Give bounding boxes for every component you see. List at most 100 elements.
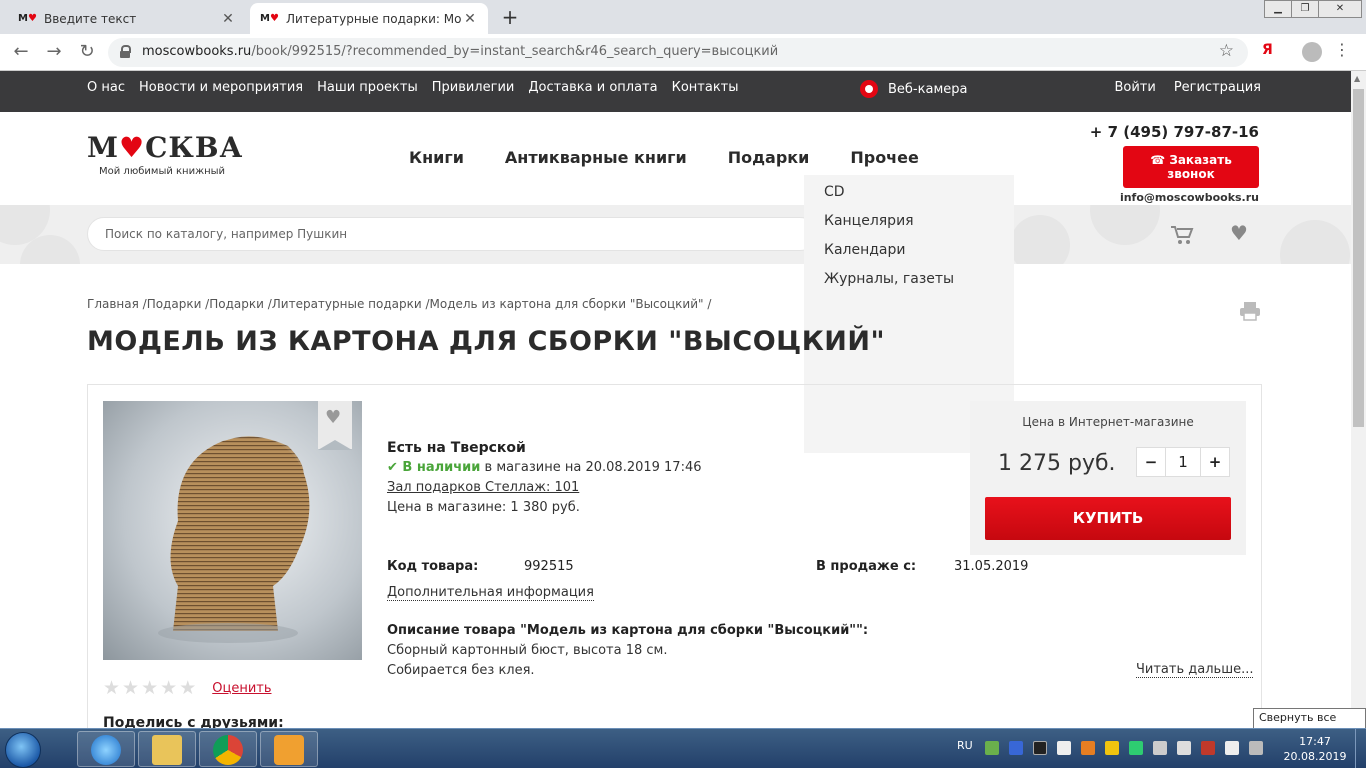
clock-time: 17:47 bbox=[1299, 735, 1331, 748]
show-desktop-button[interactable] bbox=[1355, 729, 1366, 768]
bookmark-star-icon[interactable]: ☆ bbox=[1219, 41, 1234, 61]
star-icon[interactable]: ★ bbox=[122, 677, 139, 699]
volume-icon[interactable] bbox=[1225, 741, 1239, 755]
url-text: moscowbooks.ru/book/992515/?recommended_… bbox=[142, 44, 779, 59]
scrollbar-thumb[interactable] bbox=[1353, 89, 1364, 427]
quantity-plus-button[interactable]: + bbox=[1200, 447, 1230, 477]
callback-button[interactable]: ☎ Заказать звонок bbox=[1123, 146, 1259, 188]
email-link[interactable]: info@moscowbooks.ru bbox=[1090, 191, 1259, 204]
dropdown-item-calendars[interactable]: Календари bbox=[804, 242, 1014, 271]
tab-product[interactable]: М♥ Литературные подарки: Модел ✕ bbox=[250, 3, 488, 34]
product-photo[interactable]: ♥ bbox=[103, 401, 362, 660]
buy-button[interactable]: КУПИТЬ bbox=[985, 497, 1231, 540]
star-icon[interactable]: ★ bbox=[160, 677, 177, 699]
rate-link[interactable]: Оценить bbox=[212, 681, 271, 696]
extra-info-link[interactable]: Дополнительная информация bbox=[387, 585, 594, 601]
site-logo[interactable]: М♥СКВА Мой любимый книжный bbox=[87, 131, 243, 177]
read-more-link[interactable]: Читать дальше... bbox=[1136, 662, 1254, 678]
register-link[interactable]: Регистрация bbox=[1174, 80, 1261, 95]
tab-title: Литературные подарки: Модел bbox=[286, 11, 462, 26]
start-button[interactable] bbox=[5, 732, 41, 768]
signal-icon[interactable] bbox=[1177, 741, 1191, 755]
top-links: О нас Новости и мероприятия Наши проекты… bbox=[87, 80, 753, 95]
scroll-up-icon[interactable]: ▲ bbox=[1354, 74, 1360, 83]
print-icon[interactable] bbox=[1239, 301, 1261, 321]
webcam-link[interactable]: Веб-камера bbox=[860, 80, 967, 98]
tray-network-icon[interactable] bbox=[985, 741, 999, 755]
tray-monitor-icon[interactable] bbox=[1033, 741, 1047, 755]
folder-icon bbox=[152, 735, 182, 765]
minimize-button[interactable]: ▁ bbox=[1264, 0, 1292, 18]
flag-icon[interactable] bbox=[1057, 741, 1071, 755]
breadcrumb[interactable]: Главная /Подарки /Подарки /Литературные … bbox=[87, 297, 711, 311]
dropdown-item-stationery[interactable]: Канцелярия bbox=[804, 213, 1014, 242]
check-icon: ✔ bbox=[387, 460, 403, 475]
reload-icon[interactable]: ↻ bbox=[75, 40, 99, 64]
address-bar[interactable]: moscowbooks.ru/book/992515/?recommended_… bbox=[108, 38, 1248, 67]
toplink-about[interactable]: О нас bbox=[87, 80, 125, 95]
nav-gifts[interactable]: Подарки bbox=[728, 148, 810, 167]
back-icon[interactable]: ← bbox=[9, 40, 33, 64]
yandex-extension-icon[interactable]: Я bbox=[1262, 42, 1273, 58]
star-icon[interactable]: ★ bbox=[179, 677, 196, 699]
nav-antique-books[interactable]: Антикварные книги bbox=[505, 148, 687, 167]
price-box: Цена в Интернет-магазине 1 275 руб. − 1 … bbox=[970, 401, 1246, 555]
forward-icon[interactable]: → bbox=[42, 40, 66, 64]
sale-label: В продаже с: bbox=[816, 559, 917, 574]
language-indicator[interactable]: RU bbox=[957, 739, 973, 752]
tab-search[interactable]: М ♥ Введите текст ✕ bbox=[8, 3, 246, 34]
tray-app-icon[interactable] bbox=[1153, 741, 1167, 755]
tray-app-icon[interactable] bbox=[1129, 741, 1143, 755]
rating-stars: ★ ★ ★ ★ ★ Оценить bbox=[103, 677, 272, 699]
dropdown-item-magazines[interactable]: Журналы, газеты bbox=[804, 271, 1014, 300]
favorites-heart-icon[interactable]: ♥ bbox=[1230, 221, 1248, 245]
stock-info: Есть на Тверской ✔ В наличии в магазине … bbox=[387, 438, 702, 518]
taskbar-outlook[interactable] bbox=[260, 731, 318, 767]
nav-other[interactable]: Прочее bbox=[850, 148, 919, 167]
system-clock[interactable]: 17:47 20.08.2019 bbox=[1280, 734, 1350, 764]
availability: ✔ В наличии в магазине на 20.08.2019 17:… bbox=[387, 458, 702, 478]
toplink-news[interactable]: Новости и мероприятия bbox=[139, 80, 303, 95]
taskbar-explorer[interactable] bbox=[138, 731, 196, 767]
dropdown-item-cd[interactable]: CD bbox=[804, 184, 1014, 213]
page-scrollbar[interactable]: ▲ bbox=[1351, 71, 1366, 728]
menu-kebab-icon[interactable]: ⋮ bbox=[1334, 40, 1350, 59]
toplink-contacts[interactable]: Контакты bbox=[672, 80, 739, 95]
taskbar-chrome[interactable] bbox=[199, 731, 257, 767]
online-price-label: Цена в Интернет-магазине bbox=[1022, 415, 1194, 429]
bluetooth-icon[interactable] bbox=[1009, 741, 1023, 755]
cart-icon[interactable] bbox=[1170, 225, 1194, 245]
phone-number[interactable]: + 7 (495) 797-87-16 bbox=[1090, 123, 1259, 141]
main-nav: Книги Антикварные книги Подарки Прочее bbox=[409, 148, 960, 167]
quantity-input[interactable]: 1 bbox=[1166, 447, 1200, 477]
moscowbooks-favicon: М ♥ bbox=[260, 13, 279, 24]
description-line: Сборный картонный бюст, высота 18 см. bbox=[387, 643, 668, 658]
windows-taskbar: RU 17:47 20.08.2019 bbox=[0, 728, 1366, 768]
tray-app-icon[interactable] bbox=[1105, 741, 1119, 755]
search-input[interactable] bbox=[105, 227, 795, 241]
add-to-favorites-bookmark[interactable]: ♥ bbox=[318, 401, 352, 450]
tab-close-icon[interactable]: ✕ bbox=[220, 11, 236, 27]
tab-close-icon[interactable]: ✕ bbox=[462, 11, 478, 27]
new-tab-button[interactable]: + bbox=[498, 5, 522, 29]
store-price: Цена в магазине: 1 380 руб. bbox=[387, 500, 580, 515]
toplink-delivery[interactable]: Доставка и оплата bbox=[528, 80, 657, 95]
toplink-projects[interactable]: Наши проекты bbox=[317, 80, 418, 95]
webcam-icon bbox=[860, 80, 878, 98]
profile-avatar[interactable] bbox=[1302, 42, 1322, 62]
description-line: Собирается без клея. bbox=[387, 663, 535, 678]
close-window-button[interactable]: ✕ bbox=[1318, 0, 1362, 18]
star-icon[interactable]: ★ bbox=[141, 677, 158, 699]
star-icon[interactable]: ★ bbox=[103, 677, 120, 699]
maximize-button[interactable]: ❐ bbox=[1291, 0, 1319, 18]
shelf-location-link[interactable]: Зал подарков Стеллаж: 101 bbox=[387, 478, 702, 498]
tray-app-icon[interactable] bbox=[1081, 741, 1095, 755]
taskbar-ie[interactable] bbox=[77, 731, 135, 767]
tray-app-icon[interactable] bbox=[1201, 741, 1215, 755]
tray-app-icon[interactable] bbox=[1249, 741, 1263, 755]
site-topbar: О нас Новости и мероприятия Наши проекты… bbox=[0, 71, 1351, 112]
nav-books[interactable]: Книги bbox=[409, 148, 464, 167]
login-link[interactable]: Войти bbox=[1114, 80, 1155, 95]
quantity-minus-button[interactable]: − bbox=[1136, 447, 1166, 477]
toplink-privileges[interactable]: Привилегии bbox=[432, 80, 515, 95]
